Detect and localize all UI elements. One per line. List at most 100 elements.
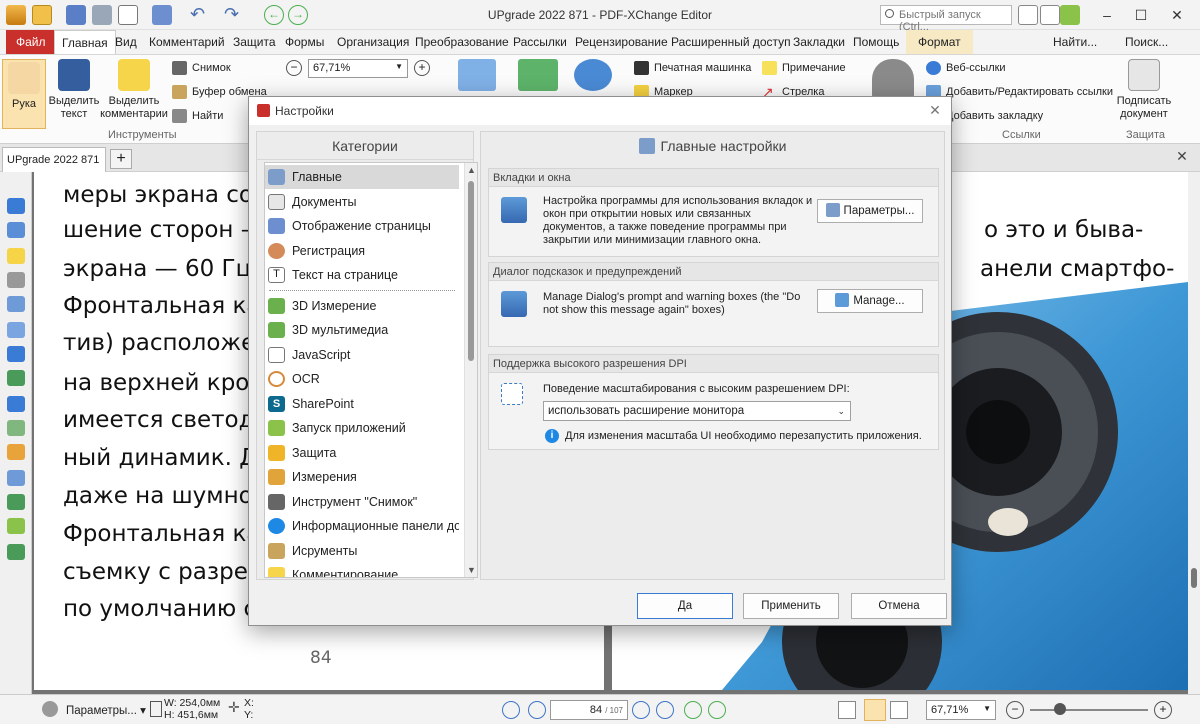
first-page-icon[interactable] (502, 701, 520, 719)
find-menu[interactable]: Найти... (1046, 30, 1104, 54)
close-button[interactable]: ✕ (1154, 0, 1200, 30)
tags-pane-icon[interactable] (7, 420, 25, 436)
dropdown-icon[interactable] (1018, 5, 1038, 25)
web-links-button[interactable]: Веб-ссылки (926, 59, 1006, 77)
signatures-pane-icon[interactable] (7, 322, 25, 338)
close-document-icon[interactable]: ✕ (1174, 148, 1190, 164)
dialog-close-button[interactable]: ✕ (925, 100, 945, 120)
tab-review[interactable]: Рецензирование (568, 30, 675, 54)
links-pane-icon[interactable] (7, 444, 25, 460)
zoom-out-icon[interactable]: − (286, 60, 302, 76)
location-pane-icon[interactable] (7, 396, 25, 412)
category-item-3d-multimedia[interactable]: 3D мультимедиа (265, 318, 459, 342)
categories-scroll-thumb[interactable] (468, 181, 474, 361)
undo-icon[interactable]: ↶ (190, 5, 210, 25)
apply-button[interactable]: Применить (743, 593, 839, 619)
snapshot-button[interactable]: Снимок (172, 59, 231, 77)
tab-bookmarks[interactable]: Закладки (786, 30, 852, 54)
tab-mailings[interactable]: Рассылки (506, 30, 574, 54)
scroll-up-icon[interactable]: ▲ (467, 165, 476, 175)
content-pane-icon[interactable] (7, 370, 25, 386)
tab-comment[interactable]: Комментарий (142, 30, 232, 54)
add-text-icon[interactable] (458, 59, 496, 91)
add-shape-icon[interactable] (574, 59, 612, 91)
category-item-sharepoint[interactable]: S SharePoint (265, 392, 459, 416)
note-button[interactable]: Примечание (762, 59, 846, 77)
fullscreen-icon[interactable] (1060, 5, 1080, 25)
search-menu[interactable]: Поиск... (1118, 30, 1175, 54)
tabs-parameters-button[interactable]: Параметры... (817, 199, 923, 223)
category-item-tools[interactable]: Исрументы (265, 539, 459, 563)
quick-launch-input[interactable]: Быстрый запуск (Ctrl... (880, 5, 1012, 33)
structure-pane-icon[interactable] (7, 494, 25, 510)
category-item-app-launch[interactable]: Запуск приложений (265, 416, 459, 440)
category-item-javascript[interactable]: JavaScript (265, 343, 459, 367)
category-item-ocr[interactable]: OCR (265, 367, 459, 391)
back-icon[interactable]: ← (264, 5, 284, 25)
continuous-icon[interactable] (890, 701, 908, 719)
sign-document-button[interactable]: Подписать документ (1114, 59, 1174, 121)
category-item-snapshot-tool[interactable]: Инструмент "Снимок" (265, 490, 459, 514)
typewriter-button[interactable]: Печатная машинка (634, 59, 751, 77)
status-zoom-select[interactable]: 67,71% ▼ (926, 700, 996, 720)
status-settings-button[interactable]: Параметры... ▾ (66, 703, 146, 717)
save-icon[interactable] (66, 5, 86, 25)
tab-convert[interactable]: Преобразование (408, 30, 516, 54)
nav-forward-icon[interactable] (708, 701, 726, 719)
tab-view[interactable]: Вид (108, 30, 144, 54)
user-icon[interactable] (872, 59, 914, 99)
hand-tool-button[interactable]: Рука (2, 59, 46, 129)
comments-pane-icon[interactable] (7, 248, 25, 264)
category-item-commenting[interactable]: Комментирование (265, 563, 459, 577)
cancel-button[interactable]: Отмена (851, 593, 947, 619)
tab-help[interactable]: Помощь (846, 30, 906, 54)
category-item-page-display[interactable]: Отображение страницы (265, 214, 459, 238)
tab-format[interactable]: Формат (906, 30, 973, 54)
tab-file[interactable]: Файл (6, 30, 56, 54)
page-input[interactable]: 84 / 107 (550, 700, 628, 720)
zoom-select[interactable]: 67,71% ▼ (308, 59, 408, 78)
tab-protect[interactable]: Защита (226, 30, 283, 54)
category-item-registration[interactable]: Регистрация (265, 239, 459, 263)
properties-pane-icon[interactable] (7, 518, 25, 534)
fields-pane-icon[interactable] (7, 470, 25, 486)
order-pane-icon[interactable] (7, 544, 25, 560)
next-page-icon[interactable] (632, 701, 650, 719)
email-icon[interactable] (118, 5, 138, 25)
tab-home[interactable]: Главная (54, 30, 116, 54)
settings-gear-icon[interactable] (42, 701, 58, 717)
last-page-icon[interactable] (656, 701, 674, 719)
categories-scrollbar[interactable]: ▲ ▼ (464, 163, 477, 577)
document-tab[interactable]: UPgrade 2022 871 (2, 147, 106, 172)
two-page-icon[interactable] (864, 699, 886, 721)
new-tab-button[interactable]: + (110, 149, 132, 169)
category-item-security[interactable]: Защита (265, 441, 459, 465)
print-icon[interactable] (92, 5, 112, 25)
zoom-slider[interactable] (1030, 709, 1148, 711)
attachments-pane-icon[interactable] (7, 272, 25, 288)
select-text-button[interactable]: Выделить текст (48, 59, 100, 121)
previous-page-icon[interactable] (528, 701, 546, 719)
tab-share[interactable]: Расширенный доступ (664, 30, 798, 54)
category-item-3d-measure[interactable]: 3D Измерение (265, 294, 459, 318)
dpi-scaling-select[interactable]: использовать расширение монитора ⌄ (543, 401, 851, 421)
scan-icon[interactable] (152, 5, 172, 25)
destinations-pane-icon[interactable] (7, 296, 25, 312)
open-folder-icon[interactable] (32, 5, 52, 25)
redo-icon[interactable]: ↷ (224, 5, 244, 25)
category-item-page-text[interactable]: T Текст на странице (265, 263, 459, 287)
add-edit-links-button[interactable]: Добавить/Редактировать ссылки (926, 83, 1113, 101)
category-item-measurements[interactable]: Измерения (265, 465, 459, 489)
scroll-thumb[interactable] (1191, 568, 1197, 588)
zoom-slider-thumb[interactable] (1054, 703, 1066, 715)
add-image-icon[interactable] (518, 59, 558, 91)
single-page-icon[interactable] (838, 701, 856, 719)
zoom-in-icon[interactable]: + (414, 60, 430, 76)
nav-back-icon[interactable] (684, 701, 702, 719)
forward-icon[interactable]: → (288, 5, 308, 25)
category-item-general[interactable]: Главные (265, 165, 459, 189)
document-scrollbar[interactable] (1188, 172, 1200, 694)
scroll-down-icon[interactable]: ▼ (467, 565, 476, 575)
status-zoom-in-icon[interactable]: + (1154, 701, 1172, 719)
find-button[interactable]: Найти (172, 107, 223, 125)
